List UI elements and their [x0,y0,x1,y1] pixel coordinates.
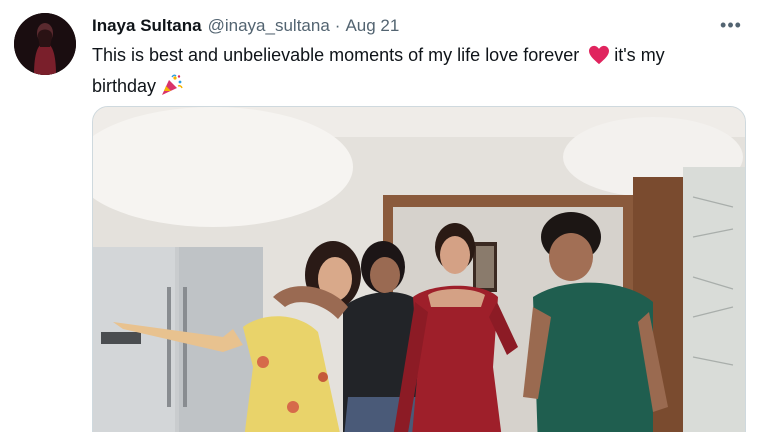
party-popper-icon [160,74,184,104]
author-avatar[interactable] [14,13,76,75]
red-heart-icon [588,45,610,73]
tweet-header: Inaya Sultana @inaya_sultana · Aug 21 [92,14,399,38]
tweet-photo[interactable] [92,106,746,432]
header-separator: · [334,16,341,35]
tweet-text-part1: This is best and unbelievable moments of… [92,45,580,65]
avatar-image [14,13,76,75]
group-photo-image [93,107,745,432]
tweet-card[interactable]: Inaya Sultana @inaya_sultana · Aug 21 ••… [0,0,768,432]
more-options-icon[interactable]: ••• [720,14,742,36]
author-handle[interactable]: @inaya_sultana [208,16,330,36]
tweet-date[interactable]: Aug 21 [345,16,399,36]
tweet-text: This is best and unbelievable moments of… [92,42,732,104]
author-name[interactable]: Inaya Sultana [92,16,202,36]
